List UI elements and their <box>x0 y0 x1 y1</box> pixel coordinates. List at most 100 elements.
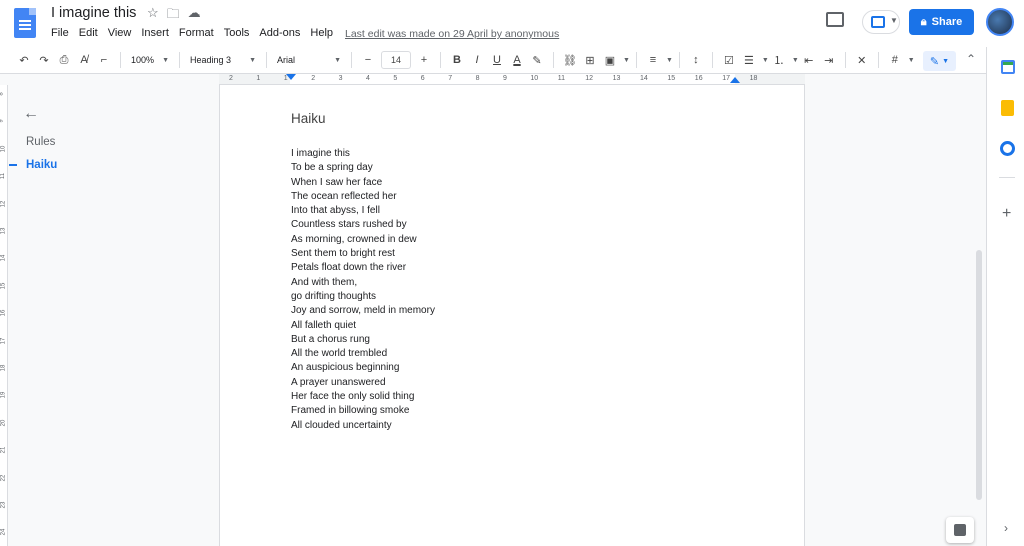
doc-line[interactable]: Framed in billowing smoke <box>291 404 435 418</box>
outline-item-haiku[interactable]: Haiku <box>26 159 57 171</box>
doc-line[interactable]: go drifting thoughts <box>291 290 435 304</box>
chevron-down-icon[interactable]: ▼ <box>623 57 630 64</box>
back-arrow-icon[interactable]: ← <box>23 105 39 123</box>
vruler-number: 10 <box>0 145 7 153</box>
decrease-indent-icon[interactable]: ⇤ <box>799 50 819 70</box>
outline-item-rules[interactable]: Rules <box>26 136 55 148</box>
avatar[interactable] <box>986 8 1014 36</box>
keep-icon[interactable] <box>1001 100 1014 116</box>
clear-formatting-icon[interactable]: ✕ <box>852 50 872 70</box>
menu-help[interactable]: Help <box>310 27 333 39</box>
numbered-list-icon[interactable]: ⒈ <box>769 50 789 70</box>
font-value: Arial <box>277 55 296 65</box>
doc-line[interactable]: Into that abyss, I fell <box>291 204 435 218</box>
link-icon[interactable]: ⛓ <box>560 50 580 70</box>
italic-button[interactable]: I <box>467 50 487 70</box>
menu-edit[interactable]: Edit <box>79 27 98 39</box>
doc-line[interactable]: All clouded uncertainty <box>291 419 435 433</box>
menu-tools[interactable]: Tools <box>224 27 250 39</box>
left-indent-marker[interactable] <box>286 74 296 80</box>
doc-body[interactable]: I imagine this To be a spring day When I s… <box>291 147 435 433</box>
bold-button[interactable]: B <box>447 50 467 70</box>
doc-line[interactable]: As morning, crowned in dew <box>291 233 435 247</box>
chevron-down-icon[interactable]: ▼ <box>908 57 915 64</box>
doc-line[interactable]: Joy and sorrow, meld in memory <box>291 304 435 318</box>
star-icon[interactable]: ☆ <box>147 5 159 27</box>
menu-file[interactable]: File <box>51 27 69 39</box>
last-edit-link[interactable]: Last edit was made on 29 April by anonym… <box>345 28 559 40</box>
explore-icon <box>954 524 966 536</box>
doc-line[interactable]: All falleth quiet <box>291 319 435 333</box>
doc-line[interactable]: Sent them to bright rest <box>291 247 435 261</box>
comment-history-icon[interactable] <box>826 12 844 27</box>
doc-title[interactable]: I imagine this <box>51 5 136 21</box>
doc-line[interactable]: And with them, <box>291 276 435 290</box>
zoom-select[interactable]: 100% ▼ <box>127 50 173 70</box>
checklist-icon[interactable]: ☑ <box>719 50 739 70</box>
doc-line[interactable]: An auspicious beginning <box>291 361 435 375</box>
explore-button[interactable] <box>946 517 974 543</box>
horizontal-ruler[interactable]: 2 1 1 2 3 4 5 6 7 8 9 10 11 12 13 14 15 16 17 18 <box>219 74 805 85</box>
paint-format-icon[interactable]: ⌐ <box>94 50 114 70</box>
doc-line[interactable]: Petals float down the river <box>291 261 435 275</box>
doc-line[interactable]: A prayer unanswered <box>291 376 435 390</box>
font-size-input[interactable]: 14 <box>381 51 411 69</box>
toolbar-divider <box>844 52 846 68</box>
vruler-number: 18 <box>0 364 7 372</box>
doc-line[interactable]: Countless stars rushed by <box>291 218 435 232</box>
input-tools-icon[interactable]: # <box>885 50 905 70</box>
menu-view[interactable]: View <box>108 27 132 39</box>
calendar-icon[interactable] <box>1001 60 1015 74</box>
font-select[interactable]: Arial ▼ <box>273 50 345 70</box>
outline-active-marker <box>9 164 17 166</box>
editing-mode-button[interactable]: ✎ ▼ <box>923 51 956 71</box>
align-icon[interactable]: ≡ <box>643 50 663 70</box>
chevron-right-icon[interactable]: › <box>1004 521 1008 535</box>
side-panel: + › <box>986 47 1024 546</box>
chevron-up-icon[interactable]: ⌃ <box>966 52 976 66</box>
doc-line[interactable]: To be a spring day <box>291 161 435 175</box>
increase-indent-icon[interactable]: ⇥ <box>819 50 839 70</box>
undo-icon[interactable]: ↶ <box>14 50 34 70</box>
style-select[interactable]: Heading 3 ▼ <box>186 50 260 70</box>
menu-addons[interactable]: Add-ons <box>259 27 300 39</box>
doc-line[interactable]: All the world trembled <box>291 347 435 361</box>
doc-line[interactable]: Her face the only solid thing <box>291 390 435 404</box>
redo-icon[interactable]: ↷ <box>34 50 54 70</box>
decrease-font-size-button[interactable]: − <box>358 50 378 70</box>
cloud-saved-icon[interactable]: ☁ <box>188 5 201 27</box>
docs-logo-icon[interactable] <box>14 8 36 38</box>
right-indent-marker[interactable] <box>730 77 740 83</box>
chevron-down-icon[interactable]: ▼ <box>792 57 799 64</box>
print-icon[interactable]: ⎙ <box>54 50 74 70</box>
doc-line[interactable]: When I saw her face <box>291 176 435 190</box>
chevron-down-icon: ▼ <box>334 56 341 64</box>
add-addon-icon[interactable]: + <box>1002 205 1011 223</box>
add-comment-icon[interactable]: ⊞ <box>580 50 600 70</box>
underline-button[interactable]: U <box>487 50 507 70</box>
share-button[interactable]: 🔒︎ Share <box>909 9 974 35</box>
move-folder-icon[interactable]: 🗀 <box>167 5 180 27</box>
doc-heading[interactable]: Haiku <box>291 111 326 126</box>
chevron-down-icon[interactable]: ▼ <box>762 57 769 64</box>
vruler-number: 15 <box>0 282 7 290</box>
menu-insert[interactable]: Insert <box>141 27 169 39</box>
menu-format[interactable]: Format <box>179 27 214 39</box>
toolbar-divider <box>440 52 441 68</box>
tasks-icon[interactable] <box>1000 141 1015 156</box>
doc-line[interactable]: I imagine this <box>291 147 435 161</box>
toolbar-divider <box>351 52 352 68</box>
increase-font-size-button[interactable]: + <box>414 50 434 70</box>
doc-line[interactable]: But a chorus rung <box>291 333 435 347</box>
highlight-icon[interactable]: ✎ <box>527 50 547 70</box>
document-page[interactable]: Haiku I imagine this To be a spring day Wh… <box>219 85 805 546</box>
scrollbar[interactable] <box>976 250 982 500</box>
chevron-down-icon[interactable]: ▼ <box>666 57 673 64</box>
insert-image-icon[interactable]: ▣ <box>600 50 620 70</box>
doc-line[interactable]: The ocean reflected her <box>291 190 435 204</box>
text-color-button[interactable]: A <box>507 50 527 70</box>
line-spacing-icon[interactable]: ↕ <box>686 50 706 70</box>
bulleted-list-icon[interactable]: ☰ <box>739 50 759 70</box>
spellcheck-icon[interactable]: A̸ <box>74 50 94 70</box>
present-button[interactable]: ▼ <box>862 10 900 34</box>
